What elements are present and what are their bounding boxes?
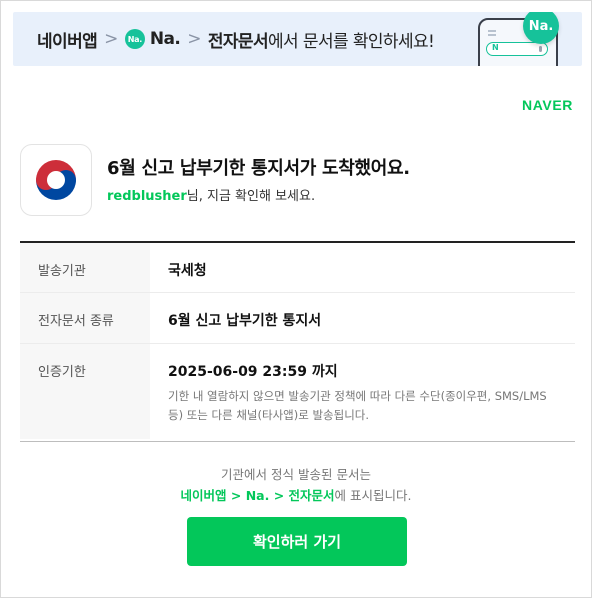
banner-app-label: 네이버앱 [37,31,98,52]
deadline-note: 기한 내 열람하지 않으면 발송기관 정책에 따라 다른 수단(종이우편, SM… [168,389,547,422]
doc-type-value: 6월 신고 납부기한 통지서 [168,313,322,329]
footer-line2: 네이버앱 > Na. > 전자문서에 표시됩니다. [1,485,591,506]
message-subtitle: redblusher님, 지금 확인해 보세요. [107,185,315,204]
banner-na-label: Na. [149,29,181,49]
info-value: 6월 신고 납부기한 통지서 [150,293,575,343]
na-icon: Na. [124,29,145,49]
info-value: 국세청 [150,243,575,292]
mic-icon [539,46,542,52]
banner-doc-label: 전자문서 [207,31,269,52]
info-row-sender: 발송기관 국세청 [20,243,575,293]
footer-rest: 에 표시됩니다. [334,488,412,503]
info-label: 인증기한 [20,344,150,439]
promo-banner[interactable]: 네이버앱 > Na. Na. > 전자문서 에서 문서를 확인하세요! N Na. [13,12,582,66]
subtitle-rest: 님, 지금 확인해 보세요. [186,189,316,204]
footer-note: 기관에서 정식 발송된 문서는 네이버앱 > Na. > 전자문서에 표시됩니다… [1,464,591,506]
banner-separator: > [104,29,118,49]
phone-search-bar: N [486,42,548,56]
info-label: 발송기관 [20,243,150,292]
footer-path: 네이버앱 > Na. > 전자문서 [180,488,335,503]
naver-logo: NAVER [522,97,573,113]
sender-value: 국세청 [168,263,207,279]
footer-line1: 기관에서 정식 발송된 문서는 [221,467,371,482]
document-info-table: 발송기관 국세청 전자문서 종류 6월 신고 납부기한 통지서 인증기한 202… [20,241,575,442]
naver-search-icon: N [492,43,499,52]
deadline-value: 2025-06-09 23:59 까지 [168,364,338,380]
banner-rest-text: 에서 문서를 확인하세요! [268,31,435,52]
info-value: 2025-06-09 23:59 까지 기한 내 열람하지 않으면 발송기관 정… [150,344,575,439]
info-row-doc-type: 전자문서 종류 6월 신고 납부기한 통지서 [20,293,575,344]
message-title: 6월 신고 납부기한 통지서가 도착했어요. [107,158,410,179]
username: redblusher [107,189,187,204]
banner-text: 네이버앱 > Na. Na. > 전자문서 에서 문서를 확인하세요! [37,27,435,52]
info-label: 전자문서 종류 [20,293,150,343]
info-row-deadline: 인증기한 2025-06-09 23:59 까지 기한 내 열람하지 않으면 발… [20,344,575,439]
government-emblem-icon [20,144,92,216]
email-card: 네이버앱 > Na. Na. > 전자문서 에서 문서를 확인하세요! N Na.… [0,0,592,598]
go-check-button[interactable]: 확인하러 가기 [187,517,407,566]
banner-separator: > [187,29,201,49]
